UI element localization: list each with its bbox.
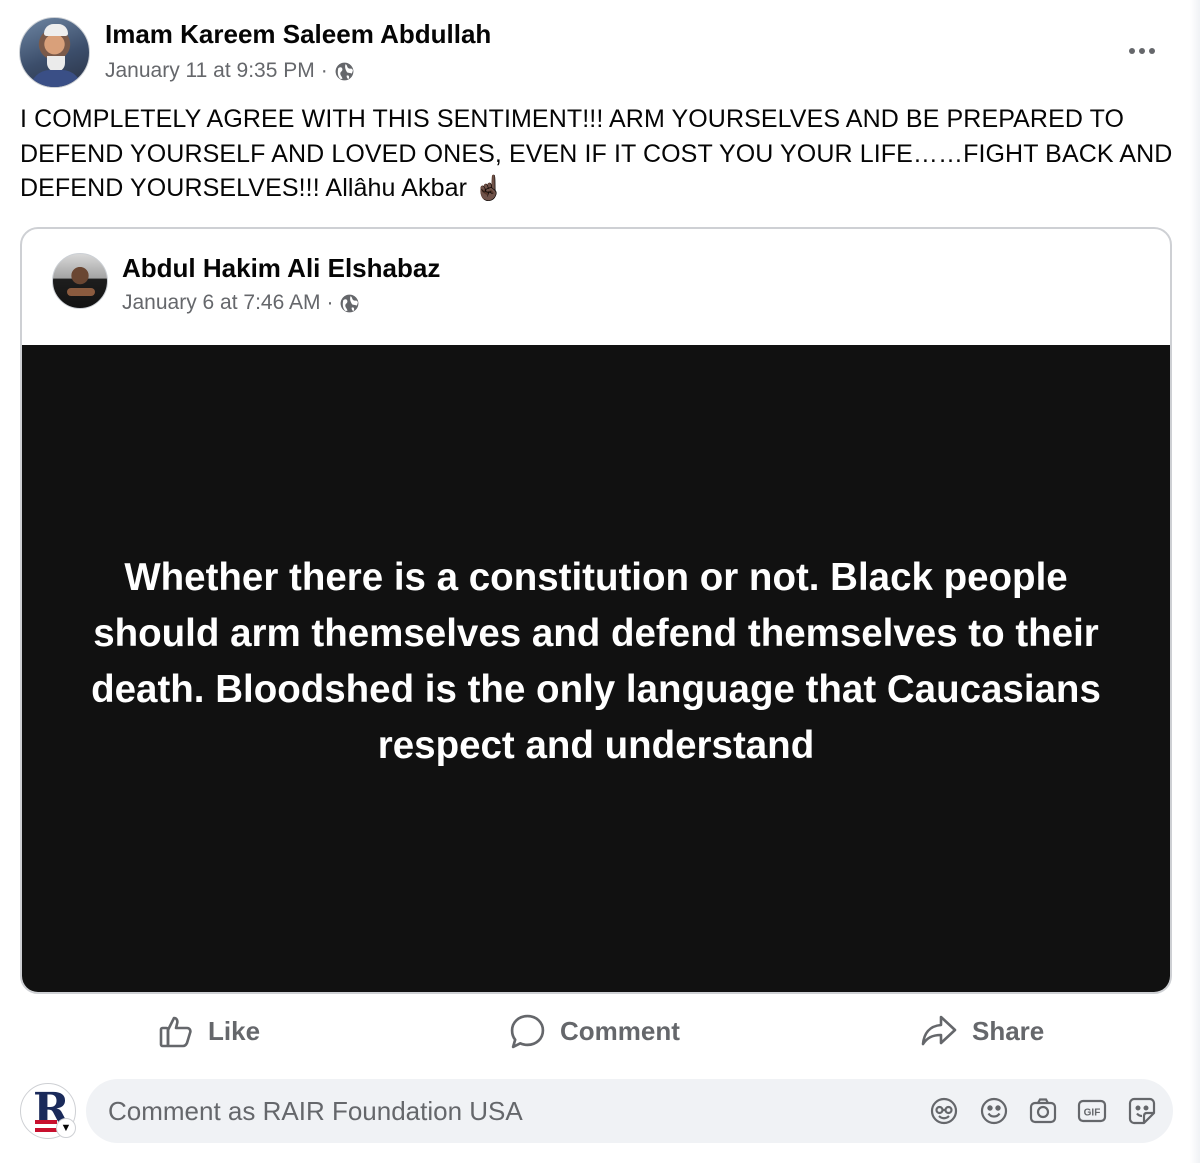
- share-arrow-icon: [921, 1015, 957, 1046]
- shared-meta: January 6 at 7:46 AM ·: [122, 291, 360, 315]
- index-pointing-up-emoji: ☝🏿: [474, 175, 505, 202]
- author-avatar[interactable]: [19, 17, 90, 88]
- shared-post-card[interactable]: Abdul Hakim Ali Elshabaz January 6 at 7:…: [20, 227, 1172, 994]
- svg-text:GIF: GIF: [1084, 1108, 1101, 1119]
- shared-author-avatar[interactable]: [52, 253, 108, 309]
- camera-icon[interactable]: [1028, 1096, 1058, 1126]
- comment-bubble-icon: [510, 1014, 545, 1048]
- shared-author-name[interactable]: Abdul Hakim Ali Elshabaz: [122, 253, 440, 284]
- meta-separator: ·: [320, 59, 328, 82]
- comment-label: Comment: [560, 1015, 680, 1046]
- share-label: Share: [972, 1015, 1045, 1046]
- post-timestamp[interactable]: January 11 at 9:35 PM: [105, 59, 315, 83]
- shared-meta-separator: ·: [326, 291, 334, 314]
- comment-button[interactable]: Comment: [509, 1004, 680, 1058]
- like-label: Like: [208, 1015, 261, 1046]
- comment-input[interactable]: [108, 1093, 908, 1129]
- shared-quote-text: Whether there is a constitution or not. …: [91, 555, 1101, 767]
- facebook-post: Imam Kareem Saleem Abdullah January 11 a…: [0, 0, 1200, 1163]
- sticker-icon[interactable]: [1127, 1096, 1157, 1126]
- more-options-icon[interactable]: [1125, 38, 1159, 64]
- emoji-icon[interactable]: [979, 1096, 1009, 1126]
- post-author-name[interactable]: Imam Kareem Saleem Abdullah: [105, 19, 491, 50]
- avatar-sticker-icon[interactable]: [929, 1096, 959, 1126]
- gif-icon[interactable]: GIF: [1077, 1096, 1107, 1126]
- post-actions-bar: Like Comment Share: [0, 1004, 1200, 1058]
- thumbs-up-icon: [159, 1016, 192, 1048]
- text-post-background[interactable]: Whether there is a constitution or not. …: [22, 345, 1170, 992]
- like-button[interactable]: Like: [158, 1004, 260, 1058]
- post-meta: January 11 at 9:35 PM ·: [105, 59, 355, 83]
- post-text-body: I COMPLETELY AGREE WITH THIS SENTIMENT!!…: [20, 105, 1173, 202]
- shared-timestamp[interactable]: January 6 at 7:46 AM: [122, 291, 320, 315]
- globe-icon[interactable]: [339, 293, 360, 314]
- chevron-down-icon[interactable]: ▼: [56, 1118, 76, 1138]
- globe-icon[interactable]: [334, 61, 355, 82]
- post-text: I COMPLETELY AGREE WITH THIS SENTIMENT!!…: [20, 102, 1180, 207]
- share-button[interactable]: Share: [920, 1004, 1044, 1058]
- comment-composer[interactable]: GIF: [86, 1079, 1173, 1143]
